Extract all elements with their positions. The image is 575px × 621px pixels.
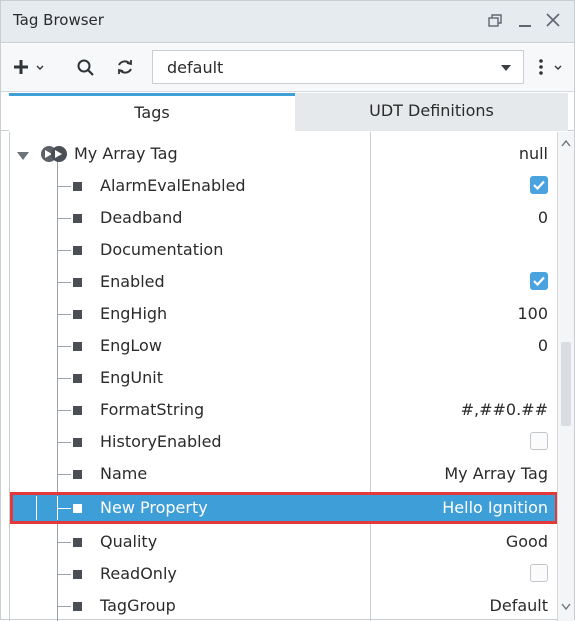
scrollbar-thumb[interactable]: [561, 342, 571, 426]
restore-icon[interactable]: [483, 7, 507, 33]
tree-connector: [57, 442, 71, 443]
tree-row[interactable]: EngLow 0: [10, 330, 558, 362]
property-icon: [73, 246, 82, 255]
tag-provider-value: default: [167, 58, 224, 77]
property-icon: [73, 602, 82, 611]
checkbox-checked[interactable]: [530, 272, 548, 290]
tree-row[interactable]: Documentation: [10, 234, 558, 266]
tag-browser-panel: Tag Browser default Tags UDT Definitions…: [0, 0, 575, 621]
more-vertical-icon[interactable]: [529, 54, 569, 80]
tree-row-label: New Property: [100, 498, 208, 517]
tree-row-value: 0: [537, 336, 548, 355]
tree-connector: [57, 410, 71, 411]
tree-row[interactable]: FormatString #,##0.##: [10, 394, 558, 426]
tree-connector: [57, 314, 71, 315]
udt-instance-icon: [40, 144, 70, 168]
checkbox-unchecked[interactable]: [530, 564, 548, 582]
property-icon: [73, 438, 82, 447]
tree-row-selected[interactable]: New Property Hello Ignition: [10, 492, 558, 524]
tree-row[interactable]: AlarmEvalEnabled: [10, 170, 558, 202]
refresh-icon[interactable]: [111, 54, 139, 80]
tree-row-label: FormatString: [100, 400, 205, 419]
scroll-down-icon[interactable]: [561, 600, 571, 616]
toolbar: default: [1, 44, 574, 92]
tree-row-label: My Array Tag: [74, 144, 178, 163]
tree-row-label: Documentation: [100, 240, 224, 259]
tree-row[interactable]: EngUnit: [10, 362, 558, 394]
tag-provider-select[interactable]: default: [152, 50, 524, 84]
tree-row-value: Default: [489, 596, 548, 615]
tree-connector: [57, 346, 71, 347]
expand-arrow-icon[interactable]: [16, 147, 30, 166]
tree-connector: [57, 508, 71, 509]
tag-tree-table: My Array Tag null AlarmEvalEnabled Deadb…: [9, 132, 567, 621]
tree-row-label: EngHigh: [100, 304, 168, 323]
tree-row-label: Deadband: [100, 208, 183, 227]
tab-udt-definitions[interactable]: UDT Definitions: [295, 93, 568, 131]
tree-row-value: My Array Tag: [444, 464, 548, 483]
tree-connector: [57, 282, 71, 283]
property-icon: [73, 374, 82, 383]
property-icon: [73, 278, 82, 287]
tree-connector: [57, 474, 71, 475]
tree-row-value: Good: [505, 532, 548, 551]
tree-connector: [57, 378, 71, 379]
property-icon: [73, 214, 82, 223]
tree-row-label: AlarmEvalEnabled: [100, 176, 246, 195]
tree-row[interactable]: HistoryEnabled: [10, 426, 558, 458]
tree-row-label: ReadOnly: [100, 564, 177, 583]
tree-row-value: 100: [517, 304, 548, 323]
tree-row-value: Hello Ignition: [442, 498, 548, 517]
tree-row[interactable]: ReadOnly: [10, 558, 558, 590]
tree-row-value: null: [518, 144, 548, 163]
tree-row[interactable]: EngHigh 100: [10, 298, 558, 330]
title-bar: Tag Browser: [1, 1, 574, 43]
tree-row-label: TagGroup: [100, 596, 176, 615]
property-icon: [73, 538, 82, 547]
panel-title: Tag Browser: [13, 11, 104, 29]
tree-connector: [57, 186, 71, 187]
tree-connector: [57, 218, 71, 219]
checkbox-unchecked[interactable]: [530, 432, 548, 450]
tree-row-label: Enabled: [100, 272, 165, 291]
tree-row[interactable]: Name My Array Tag: [10, 458, 558, 490]
tree-row-label: HistoryEnabled: [100, 432, 222, 451]
add-tag-button[interactable]: [11, 54, 51, 80]
tree-row-value: 0: [537, 208, 548, 227]
tree-row[interactable]: Enabled: [10, 266, 558, 298]
tree-row-label: Name: [100, 464, 148, 483]
property-icon: [73, 182, 82, 191]
tree-row[interactable]: Quality Good: [10, 526, 558, 558]
scroll-up-icon[interactable]: [561, 138, 571, 154]
minimize-icon[interactable]: [513, 7, 537, 33]
tree-row-root[interactable]: My Array Tag null: [10, 138, 558, 170]
vertical-scrollbar[interactable]: [557, 132, 574, 621]
tree-row-label: EngUnit: [100, 368, 163, 387]
chevron-down-icon: [501, 65, 511, 71]
tree-connector: [57, 542, 71, 543]
search-icon[interactable]: [73, 54, 99, 80]
property-icon: [73, 504, 82, 513]
checkbox-checked[interactable]: [530, 176, 548, 194]
tree-connector: [36, 496, 37, 520]
close-icon[interactable]: [541, 7, 565, 33]
tree-row[interactable]: Deadband 0: [10, 202, 558, 234]
tree-row[interactable]: TagGroup Default: [10, 590, 558, 621]
tab-tags[interactable]: Tags: [9, 93, 295, 131]
property-icon: [73, 342, 82, 351]
tree-row-label: EngLow: [100, 336, 162, 355]
property-icon: [73, 310, 82, 319]
property-icon: [73, 570, 82, 579]
tree-row-value: #,##0.##: [460, 400, 548, 419]
tree-connector: [57, 250, 71, 251]
tree-connector: [57, 574, 71, 575]
property-icon: [73, 406, 82, 415]
tab-bar: Tags UDT Definitions: [1, 93, 574, 131]
property-icon: [73, 470, 82, 479]
tree-row-label: Quality: [100, 532, 158, 551]
tree-connector: [57, 606, 71, 607]
